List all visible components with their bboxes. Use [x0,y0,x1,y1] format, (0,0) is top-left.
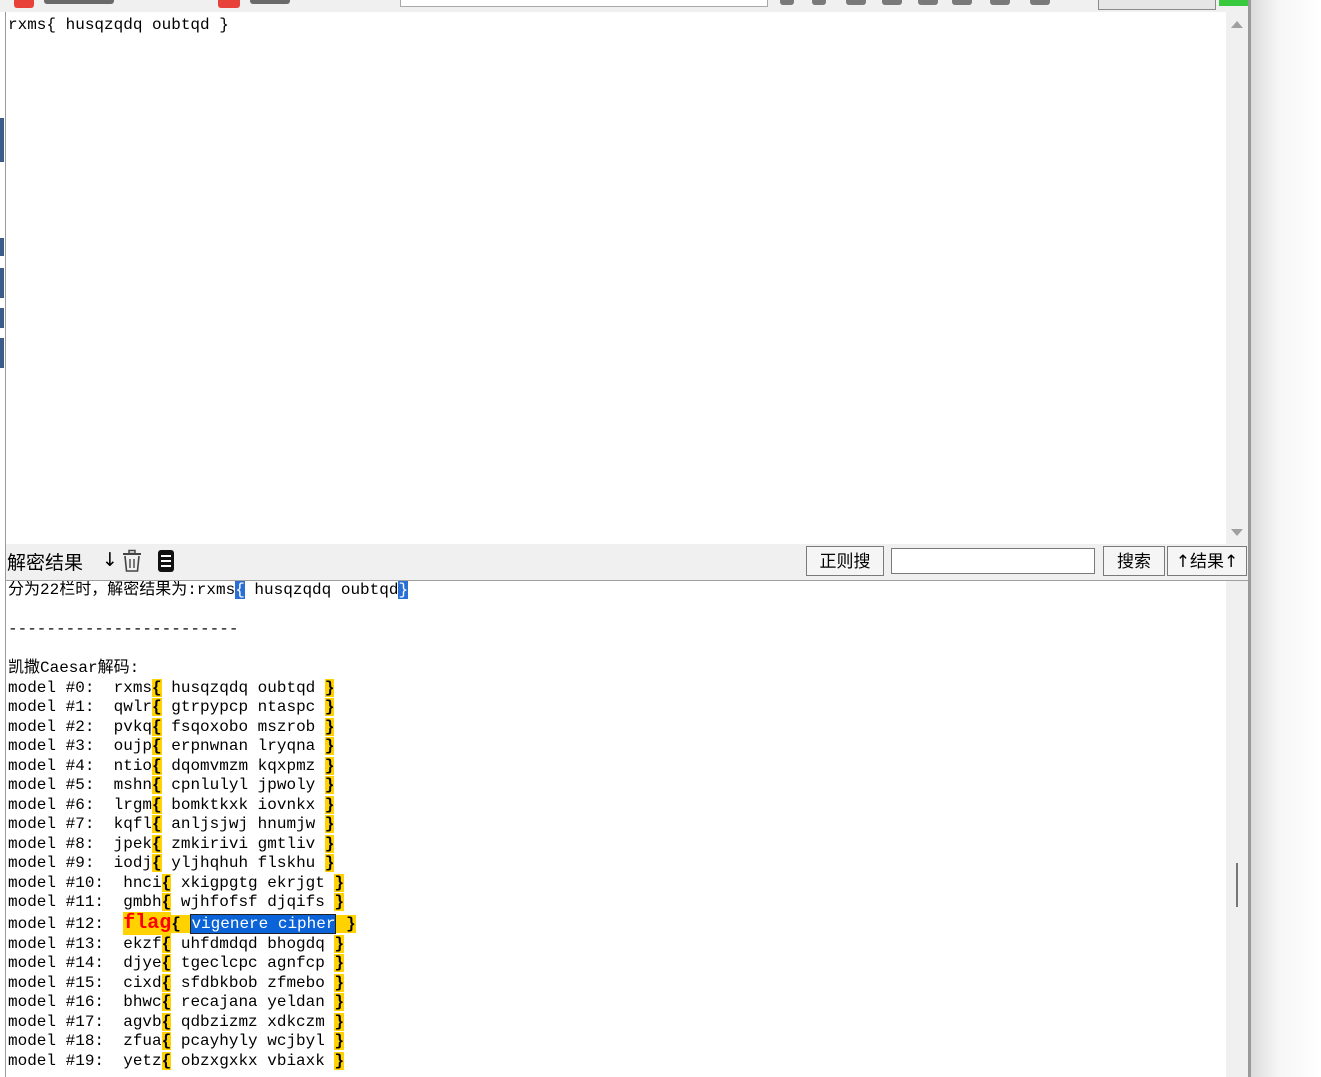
tool-icon[interactable] [952,0,972,5]
tool-icon[interactable] [780,0,794,5]
caesar-result-row: model #19: yetz{ obzxgxkx vbiaxk } [8,1051,345,1070]
caesar-result-row: model #1: qwlr{ gtrpypcp ntaspc } [8,698,335,716]
document-icon[interactable] [154,549,178,577]
caesar-result-row: model #17: agvb{ qdbzizmz xdkczm } [8,1012,345,1031]
caesar-result-row: model #8: jpek{ zmkirivi gmtliv } [8,834,335,853]
toolbar-label [44,0,114,4]
down-arrow-icon[interactable]: ↓ [102,549,118,571]
flag-word: flag [123,911,172,935]
top-toolbar-strip [0,0,1250,12]
caesar-result-row: model #18: zfua{ pcayhyly wcjbyl } [8,1032,345,1050]
caesar-result-row: model #4: ntio{ dqomvmzm kqxpmz } [8,756,335,775]
result-label: 解密结果 [7,552,84,574]
caesar-result-row: model #7: kqfl{ anljsjwj hnumjw } [8,815,335,833]
edge-marker [0,338,4,368]
result-toolbar: 解密结果 ↓ 正则搜 搜索 ↑结果↑ [6,544,1248,581]
edge-marker [0,268,4,298]
regex-search-input[interactable] [891,548,1095,574]
app-icon [14,0,34,8]
tool-icon[interactable] [990,0,1010,5]
tool-icon[interactable] [218,0,240,8]
tool-icon[interactable] [846,0,866,5]
separator-line: ------------------------ [8,620,239,638]
rail-fence-result-line: 分为22栏时，解密结果为:rxms{ husqzqdq oubtqd} [8,581,409,599]
scroll-up-icon[interactable] [1231,21,1243,28]
caesar-result-row: model #13: ekzf{ uhfdmdqd bhogdq } [8,934,345,953]
caesar-result-row: model #14: djye{ tgeclcpc agnfcp } [8,954,345,972]
window-shadow [1251,0,1321,1077]
result-up-button[interactable]: ↑结果↑ [1167,546,1247,576]
scroll-down-icon[interactable] [1231,529,1243,536]
tool-icon[interactable] [1030,0,1050,5]
caesar-result-row: model #6: lrgm{ bomktkxk iovnkx } [8,795,335,814]
caesar-result-row: model #16: bhwc{ recajana yeldan } [8,993,345,1011]
caesar-result-row: model #2: pvkq{ fsqoxobo mszrob } [8,717,335,736]
trash-icon[interactable] [120,549,144,577]
tool-icon[interactable] [882,0,902,5]
output-scrollbar[interactable] [1226,581,1248,1077]
tool-icon[interactable] [812,0,826,5]
edge-marker [0,118,4,162]
input-text[interactable]: rxms{ husqzqdq oubtqd } [8,16,229,34]
edge-marker [0,238,4,256]
tool-icon[interactable] [918,0,938,5]
caesar-header: 凯撒Caesar解码: [8,659,140,677]
caesar-result-row: model #0: rxms{ husqzqdq oubtqd } [8,678,335,697]
caesar-result-row: model #5: mshn{ cpnlulyl jpwoly } [8,776,335,794]
caesar-result-row: model #11: gmbh{ wjhfofsf djqifs } [8,893,345,911]
caesar-result-row: model #15: cixd{ sfdbkbob zfmebo } [8,973,345,992]
search-button[interactable]: 搜索 [1103,546,1165,576]
toolbar-label [250,0,290,4]
toolbar-button[interactable] [1098,0,1216,10]
caesar-results-list: model #0: rxms{ husqzqdq oubtqd } model #… [8,678,408,1072]
caesar-result-row: model #10: hnci{ xkigpgtg ekrjgt } [8,873,345,892]
status-indicator [1219,0,1250,6]
output-text: 分为22栏时，解密结果为:rxms{ husqzqdq oubtqd} ----… [8,581,409,1072]
selected-text[interactable]: vigenere cipher [190,913,337,934]
scrollbar-thumb[interactable] [1236,863,1238,907]
regex-search-button[interactable]: 正则搜 [806,546,884,576]
caesar-result-row: model #12: flag{ vigenere cipher } [8,911,356,935]
edge-marker [0,308,4,328]
input-scrollbar[interactable] [1226,12,1248,544]
caesar-result-row: model #9: iodj{ yljhqhuh flskhu } [8,854,335,872]
toolbar-input[interactable] [400,0,768,7]
input-text-area[interactable]: rxms{ husqzqdq oubtqd } [6,12,1224,544]
output-text-area[interactable]: 分为22栏时，解密结果为:rxms{ husqzqdq oubtqd} ----… [6,581,1224,1077]
caesar-result-row: model #3: oujp{ erpnwnan lryqna } [8,737,335,755]
